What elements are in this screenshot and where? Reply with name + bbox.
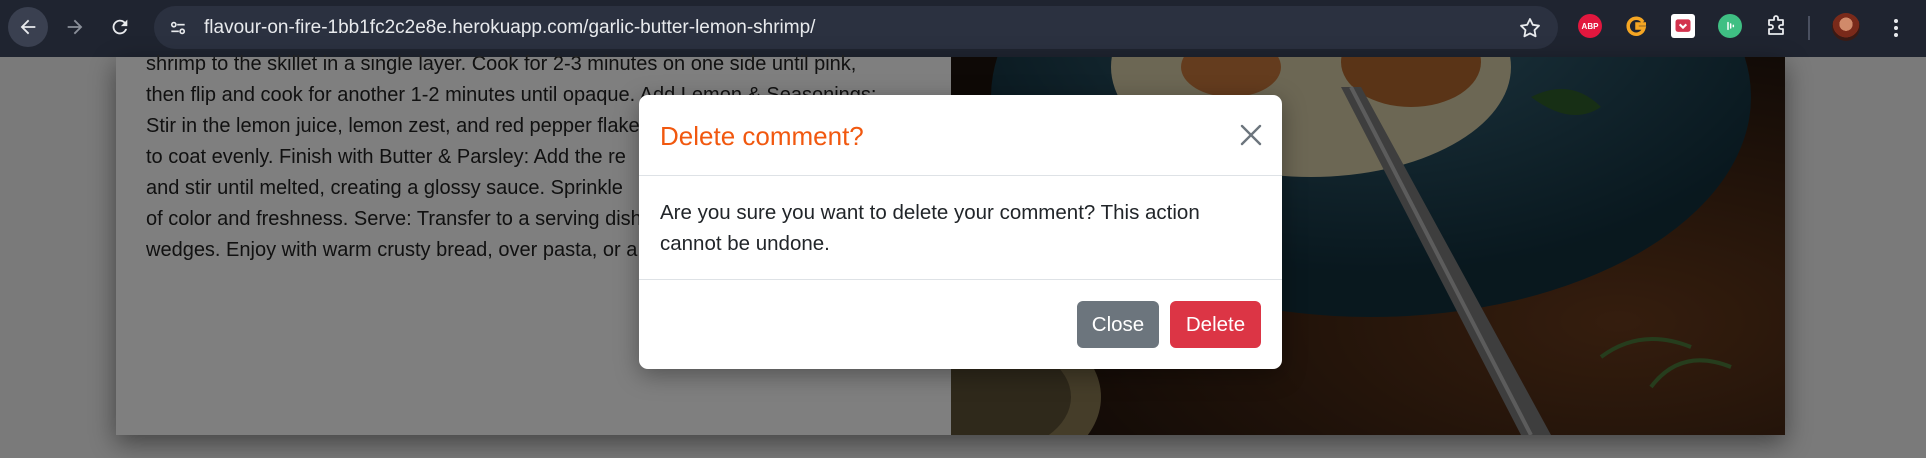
back-button[interactable] <box>8 7 48 47</box>
extensions-puzzle-icon[interactable] <box>1764 14 1788 38</box>
forward-button[interactable] <box>55 7 95 47</box>
pocket-icon[interactable] <box>1671 14 1695 38</box>
profile-avatar[interactable] <box>1832 13 1860 41</box>
address-bar[interactable]: flavour-on-fire-1bb1fc2c2e8e.herokuapp.c… <box>154 6 1558 49</box>
forward-icon <box>67 19 83 35</box>
reload-icon <box>112 19 128 35</box>
reload-button[interactable] <box>100 7 140 47</box>
g-extension-icon[interactable] <box>1624 14 1648 38</box>
modal-footer: Close Delete <box>639 279 1282 369</box>
green-extension-icon[interactable] <box>1718 14 1742 38</box>
back-icon <box>20 19 36 35</box>
site-info-icon[interactable] <box>164 14 192 42</box>
abp-label: ABP <box>1581 21 1599 31</box>
close-button[interactable]: Close <box>1077 301 1159 348</box>
menu-kebab-icon[interactable] <box>1884 14 1908 42</box>
modal-title: Delete comment? <box>660 121 864 151</box>
bookmark-star-icon[interactable] <box>1518 16 1542 40</box>
close-icon[interactable] <box>1236 120 1266 150</box>
delete-comment-modal: Delete comment? Are you sure you want to… <box>639 95 1282 369</box>
modal-body-text: Are you sure you want to delete your com… <box>660 201 1200 255</box>
adblock-plus-icon[interactable]: ABP <box>1578 14 1602 38</box>
modal-header: Delete comment? <box>639 95 1282 176</box>
toolbar-separator <box>1808 16 1810 40</box>
delete-button[interactable]: Delete <box>1170 301 1261 348</box>
url-text[interactable]: flavour-on-fire-1bb1fc2c2e8e.herokuapp.c… <box>204 6 815 49</box>
